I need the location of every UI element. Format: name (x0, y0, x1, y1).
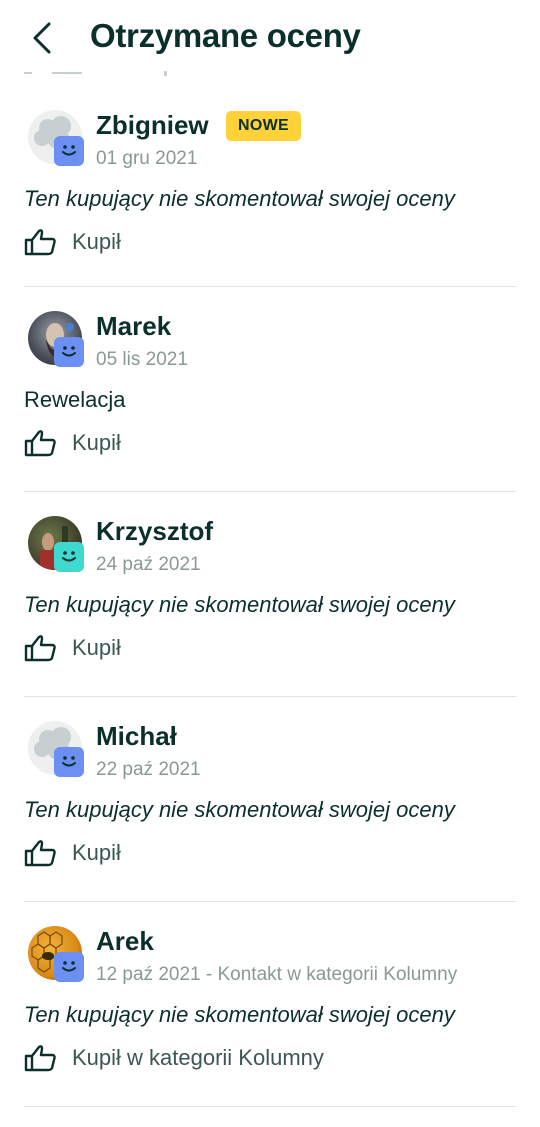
footer-label: Kupił w kategorii Kolumny (72, 1045, 324, 1070)
reviewer-name[interactable]: Marek (96, 311, 171, 342)
review-date: 01 gru 2021 (96, 148, 198, 169)
review-comment: Ten kupujący nie skomentował swojej ocen… (24, 1002, 455, 1027)
smile-icon (54, 747, 84, 777)
review-footer: Kupił (24, 632, 121, 664)
page-title: Otrzymane oceny (90, 17, 361, 54)
review-item: Krzysztof 24 paź 2021 Ten kupujący nie s… (24, 492, 516, 697)
back-button[interactable] (22, 18, 62, 58)
footer-label: Kupił (72, 229, 121, 254)
smile-icon (54, 136, 84, 166)
smile-icon (54, 952, 84, 982)
footer-label: Kupił (72, 840, 121, 865)
new-badge: NOWE (226, 111, 301, 141)
smile-icon (54, 337, 84, 367)
thumbs-up-icon (24, 428, 58, 458)
review-comment: Ten kupujący nie skomentował swojej ocen… (24, 186, 455, 211)
reviewer-name[interactable]: Zbigniew (96, 110, 209, 141)
review-item: Marek 05 lis 2021 Rewelacja Kupił (24, 287, 516, 492)
app-header: Otrzymane oceny (0, 0, 540, 76)
review-footer: Kupił w kategorii Kolumny (24, 1042, 324, 1074)
thumbs-up-icon (24, 227, 58, 257)
review-footer: Kupił (24, 837, 121, 869)
thumbs-up-icon (24, 1043, 58, 1073)
reviewer-name[interactable]: Arek (96, 926, 154, 957)
reviewer-name[interactable]: Krzysztof (96, 516, 213, 547)
review-footer: Kupił (24, 427, 121, 459)
review-date: 05 lis 2021 (96, 349, 188, 370)
review-comment: Ten kupujący nie skomentował swojej ocen… (24, 592, 455, 617)
review-comment: Ten kupujący nie skomentował swojej ocen… (24, 797, 455, 822)
review-date: 22 paź 2021 (96, 759, 201, 780)
review-item: Zbigniew NOWE 01 gru 2021 Ten kupujący n… (24, 86, 516, 287)
review-footer: Kupił (24, 226, 121, 258)
smile-icon (54, 542, 84, 572)
thumbs-up-icon (24, 633, 58, 663)
review-date: 24 paź 2021 (96, 554, 201, 575)
review-date: 12 paź 2021 - Kontakt w kategorii Kolumn… (96, 964, 458, 985)
review-item: Michał 22 paź 2021 Ten kupujący nie skom… (24, 697, 516, 902)
footer-label: Kupił (72, 635, 121, 660)
reviews-list: Zbigniew NOWE 01 gru 2021 Ten kupujący n… (0, 86, 540, 1107)
reviewer-name[interactable]: Michał (96, 721, 177, 752)
chevron-left-icon (33, 22, 51, 54)
review-comment: Rewelacja (24, 387, 126, 412)
review-item: Arek 12 paź 2021 - Kontakt w kategorii K… (24, 902, 516, 1107)
scrolled-content-fragment (24, 71, 167, 76)
thumbs-up-icon (24, 838, 58, 868)
footer-label: Kupił (72, 430, 121, 455)
